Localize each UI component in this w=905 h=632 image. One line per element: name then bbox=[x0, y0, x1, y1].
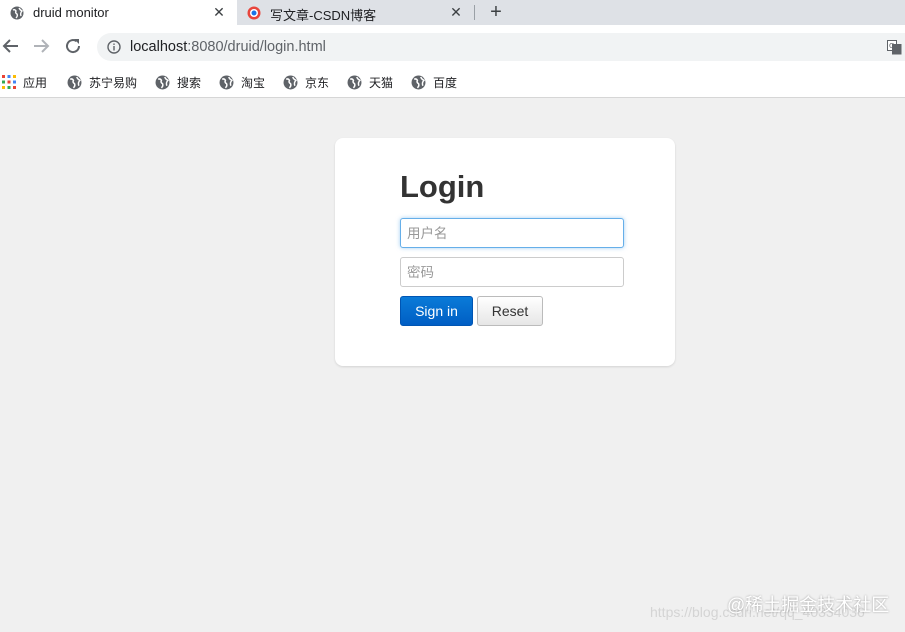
password-input[interactable] bbox=[400, 257, 624, 287]
bookmark-label: 苏宁易购 bbox=[89, 75, 138, 90]
globe-icon bbox=[283, 75, 298, 89]
bookmark-label: 百度 bbox=[433, 75, 458, 90]
tab-title: 写文章-CSDN博客 bbox=[270, 8, 377, 23]
globe-icon bbox=[219, 75, 234, 89]
forward-arrow-icon[interactable] bbox=[31, 36, 51, 56]
reload-icon[interactable] bbox=[63, 36, 83, 56]
bookmark-label: 搜索 bbox=[177, 75, 202, 90]
globe-icon bbox=[411, 75, 426, 89]
bookmark-label: 天猫 bbox=[369, 75, 394, 90]
watermark: @稀土掘金技术社区 bbox=[727, 595, 890, 615]
url-path: :8080/druid/login.html bbox=[187, 39, 326, 55]
url-host: localhost bbox=[130, 39, 188, 55]
globe-icon bbox=[347, 75, 362, 89]
address-bar[interactable]: localhost:8080/druid/login.html G bbox=[97, 33, 905, 61]
bookmark-baidu[interactable]: 百度 bbox=[411, 72, 457, 92]
info-icon[interactable] bbox=[107, 40, 121, 54]
bookmark-label: 京东 bbox=[305, 75, 330, 90]
bookmark-jd[interactable]: 京东 bbox=[283, 72, 329, 92]
bookmark-label: 淘宝 bbox=[241, 75, 266, 90]
globe-icon bbox=[10, 6, 24, 20]
bookmark-taobao[interactable]: 淘宝 bbox=[219, 72, 265, 92]
tab-title: druid monitor bbox=[33, 5, 109, 20]
browser-toolbar: localhost:8080/druid/login.html G bbox=[0, 25, 905, 67]
close-tab-icon[interactable]: ✕ bbox=[212, 5, 226, 19]
tab-csdn[interactable]: 写文章-CSDN博客 ✕ bbox=[237, 0, 474, 25]
new-tab-icon[interactable]: + bbox=[486, 2, 506, 23]
reset-button[interactable]: Reset bbox=[477, 296, 543, 326]
bookmark-tmall[interactable]: 天猫 bbox=[347, 72, 393, 92]
bookmark-apps[interactable]: 应用 bbox=[2, 72, 47, 92]
apps-grid-icon bbox=[2, 75, 16, 89]
bookmark-search[interactable]: 搜索 bbox=[155, 72, 201, 92]
svg-text:G: G bbox=[889, 42, 894, 50]
tab-strip: druid monitor ✕ 写文章-CSDN博客 ✕ + bbox=[0, 0, 905, 25]
csdn-icon bbox=[247, 6, 261, 20]
url-text[interactable]: localhost:8080/druid/login.html bbox=[130, 39, 326, 55]
tab-separator bbox=[474, 5, 475, 20]
globe-icon bbox=[155, 75, 170, 89]
login-card: Login Sign in Reset bbox=[335, 138, 675, 366]
translate-icon[interactable]: G bbox=[887, 40, 902, 55]
username-input[interactable] bbox=[400, 218, 624, 248]
back-arrow-icon[interactable] bbox=[1, 36, 21, 56]
close-tab-icon[interactable]: ✕ bbox=[449, 5, 463, 19]
bookmarks-bar: 应用 苏宁易购 搜索 淘宝 京东 天猫 百度 bbox=[0, 67, 905, 98]
sign-in-button[interactable]: Sign in bbox=[400, 296, 473, 326]
login-heading: Login bbox=[400, 169, 485, 204]
bookmark-label: 应用 bbox=[23, 75, 48, 90]
globe-icon bbox=[67, 75, 82, 89]
tab-druid-monitor[interactable]: druid monitor ✕ bbox=[0, 0, 237, 25]
bookmark-suning[interactable]: 苏宁易购 bbox=[67, 72, 137, 92]
